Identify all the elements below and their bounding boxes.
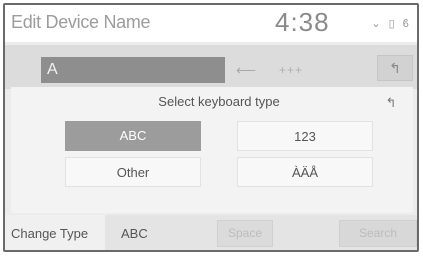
keyboard-accented-button[interactable]: ÀÄÅ — [237, 157, 373, 187]
bottom-bar: Change Type ABC Space Search — [5, 215, 417, 250]
current-type-label: ABC — [121, 226, 148, 241]
panel-back-button[interactable]: ↰ — [373, 91, 409, 115]
space-button[interactable]: Space — [217, 220, 273, 247]
device-name-input[interactable]: A — [41, 57, 225, 83]
backspace-button[interactable]: ⟵ — [229, 57, 263, 83]
keyboard-123-button[interactable]: 123 — [237, 121, 373, 151]
bluetooth-icon: ϐ — [402, 17, 409, 30]
more-icon: +++ — [278, 63, 304, 77]
keyboard-type-panel: Select keyboard type ↰ ABC 123 Other ÀÄÅ — [11, 87, 413, 213]
back-button[interactable]: ↰ — [377, 55, 413, 81]
battery-icon: ▯ — [388, 18, 395, 30]
status-icons: ⌄ ▯ ϐ — [371, 17, 409, 31]
backspace-icon: ⟵ — [235, 62, 257, 78]
more-characters-button[interactable]: +++ — [273, 57, 309, 83]
search-button[interactable]: Search — [339, 220, 417, 247]
back-icon: ↰ — [389, 60, 401, 76]
input-bar: A ⟵ +++ ↰ — [5, 45, 417, 89]
clock: 4:38 — [275, 7, 330, 37]
page-title: Edit Device Name — [11, 12, 151, 32]
keyboard-abc-button[interactable]: ABC — [65, 121, 201, 151]
title-bar: Edit Device Name 4:38 ⌄ ▯ ϐ — [5, 5, 417, 42]
panel-title: Select keyboard type — [158, 94, 280, 109]
signal-icon: ⌄ — [371, 18, 381, 30]
keyboard-other-button[interactable]: Other — [65, 157, 201, 187]
device-screen: Edit Device Name 4:38 ⌄ ▯ ϐ A ⟵ +++ ↰ Se… — [3, 3, 419, 252]
change-type-button[interactable]: Change Type — [5, 215, 105, 250]
back-icon: ↰ — [385, 95, 397, 110]
